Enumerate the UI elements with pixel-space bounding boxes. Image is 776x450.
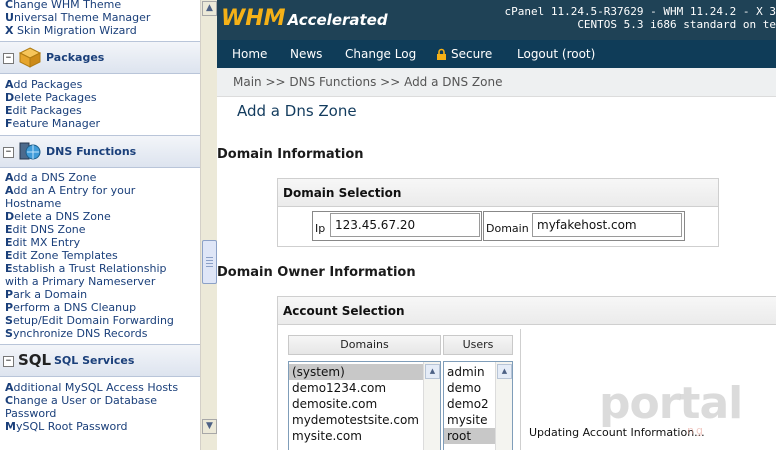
header-banner: WHM Accelerated cPanel 11.24.5-R37629 - W… (217, 0, 776, 40)
list-scroll-up-icon[interactable]: ▲ (425, 364, 440, 379)
sidebar-dns-link[interactable]: Add an A Entry for your (0, 184, 174, 197)
nav-home[interactable]: Home (232, 47, 267, 61)
breadcrumb: Main >> DNS Functions >> Add a DNS Zone (217, 68, 776, 97)
nav-secure[interactable]: Secure (451, 47, 492, 61)
nav-change-log[interactable]: Change Log (345, 47, 416, 61)
top-nav: Home News Change Log Secure Logout (root… (217, 40, 776, 68)
server-info: CENTOS 5.3 i686 standard on te (577, 18, 776, 31)
whm-logo: WHM Accelerated (221, 6, 388, 31)
sidebar-dns-link[interactable]: Hostname (0, 197, 174, 210)
sidebar-dns-link[interactable]: Synchronize DNS Records (0, 327, 174, 340)
page-title: Add a Dns Zone (237, 102, 357, 120)
watermark-sub: ng (687, 424, 705, 437)
panel-title: Domain Selection (283, 186, 402, 200)
sidebar-sql-links: Additional MySQL Access Hosts Change a Us… (0, 381, 178, 433)
scroll-down-icon[interactable]: ▼ (202, 419, 217, 434)
domain-selection-panel: Domain Selection Ip Domain (277, 178, 719, 247)
domain-label: Domain (486, 222, 529, 235)
sql-icon: SQL (18, 351, 52, 369)
domain-info-heading: Domain Information (217, 147, 364, 162)
sidebar-dns-link[interactable]: Edit DNS Zone (0, 223, 174, 236)
user-option[interactable]: demo2 (444, 396, 498, 412)
users-listbox[interactable]: admin demo demo2 mysite root ▲ (443, 361, 513, 450)
sidebar-packages-link[interactable]: Add Packages (0, 78, 100, 91)
lock-icon (437, 48, 446, 60)
nav-news[interactable]: News (290, 47, 322, 61)
sidebar-dns-link[interactable]: Park a Domain (0, 288, 174, 301)
domain-option[interactable]: demo1234.com (289, 380, 425, 396)
sidebar-dns-link[interactable]: Perform a DNS Cleanup (0, 301, 174, 314)
panel-title: Account Selection (283, 304, 405, 318)
sidebar-sql-link[interactable]: Password (0, 407, 178, 420)
collapse-toggle-icon[interactable]: − (3, 356, 14, 367)
sidebar-top-links: Change WHM Theme Universal Theme Manager X… (0, 0, 150, 37)
sidebar-dns-link[interactable]: Edit Zone Templates (0, 249, 174, 262)
user-option[interactable]: mysite (444, 412, 498, 428)
nav-logout[interactable]: Logout (root) (517, 47, 595, 61)
main-content: WHM Accelerated cPanel 11.24.5-R37629 - W… (217, 0, 776, 450)
dns-globe-icon (19, 142, 41, 160)
scrollbar-thumb[interactable] (202, 240, 217, 284)
sidebar-packages-link[interactable]: Feature Manager (0, 117, 100, 130)
watermark-logo: portal (599, 378, 743, 429)
list-scroll-up-icon[interactable]: ▲ (497, 364, 512, 379)
sidebar-dns-links: Add a DNS Zone Add an A Entry for your Hos… (0, 171, 174, 340)
scroll-up-icon[interactable]: ▲ (202, 1, 217, 16)
domain-option[interactable]: mydemotestsite.com (289, 412, 425, 428)
sidebar-theme-link[interactable]: X Skin Migration Wizard (0, 24, 150, 37)
sidebar: Change WHM Theme Universal Theme Manager X… (0, 0, 200, 450)
collapse-toggle-icon[interactable]: − (3, 53, 14, 64)
sidebar-section-sql[interactable]: − SQL SQL Services (0, 344, 200, 377)
sidebar-sql-link[interactable]: Change a User or Database (0, 394, 178, 407)
domain-option[interactable]: (system) (289, 364, 425, 380)
users-column-header: Users (443, 335, 513, 355)
ip-input[interactable] (330, 213, 480, 237)
sidebar-packages-links: Add Packages Delete Packages Edit Packages… (0, 78, 100, 130)
sidebar-dns-link[interactable]: Edit MX Entry (0, 236, 174, 249)
domain-option[interactable]: demosite.com (289, 396, 425, 412)
domains-column-header: Domains (288, 335, 441, 355)
ip-label: Ip (315, 222, 326, 235)
breadcrumb-text[interactable]: Main >> DNS Functions >> Add a DNS Zone (233, 75, 502, 89)
domain-input[interactable] (532, 213, 682, 237)
ip-field-box: Ip (312, 211, 482, 241)
sidebar-sql-link[interactable]: Additional MySQL Access Hosts (0, 381, 178, 394)
section-title: SQL Services (54, 354, 135, 367)
sidebar-theme-link[interactable]: Change WHM Theme (0, 0, 150, 11)
section-title: DNS Functions (46, 145, 137, 158)
sidebar-section-packages[interactable]: − Packages (0, 41, 200, 74)
sidebar-dns-link[interactable]: with a Primary Nameserver (0, 275, 174, 288)
sidebar-dns-link[interactable]: Add a DNS Zone (0, 171, 174, 184)
package-box-icon (18, 47, 42, 68)
sidebar-theme-link[interactable]: Universal Theme Manager (0, 11, 150, 24)
sidebar-dns-link[interactable]: Delete a DNS Zone (0, 210, 174, 223)
domain-owner-heading: Domain Owner Information (217, 265, 416, 280)
sidebar-sql-link[interactable]: MySQL Root Password (0, 420, 178, 433)
domains-listbox[interactable]: (system) demo1234.com demosite.com mydemote… (288, 361, 441, 450)
user-option[interactable]: root (444, 428, 498, 444)
sidebar-section-dns[interactable]: − DNS Functions (0, 135, 200, 168)
sidebar-dns-link[interactable]: Establish a Trust Relationship (0, 262, 174, 275)
sidebar-packages-link[interactable]: Delete Packages (0, 91, 100, 104)
domain-option[interactable]: mysite.com (289, 428, 425, 444)
version-info: cPanel 11.24.5-R37629 - WHM 11.24.2 - X … (504, 5, 776, 18)
user-option[interactable]: admin (444, 364, 498, 380)
sidebar-dns-link[interactable]: Setup/Edit Domain Forwarding (0, 314, 174, 327)
section-title: Packages (46, 51, 105, 64)
user-option[interactable]: demo (444, 380, 498, 396)
domain-field-box: Domain (483, 211, 685, 241)
sidebar-scrollbar[interactable]: ▲ ▼ (200, 0, 217, 450)
collapse-toggle-icon[interactable]: − (3, 147, 14, 158)
sidebar-packages-link[interactable]: Edit Packages (0, 104, 100, 117)
